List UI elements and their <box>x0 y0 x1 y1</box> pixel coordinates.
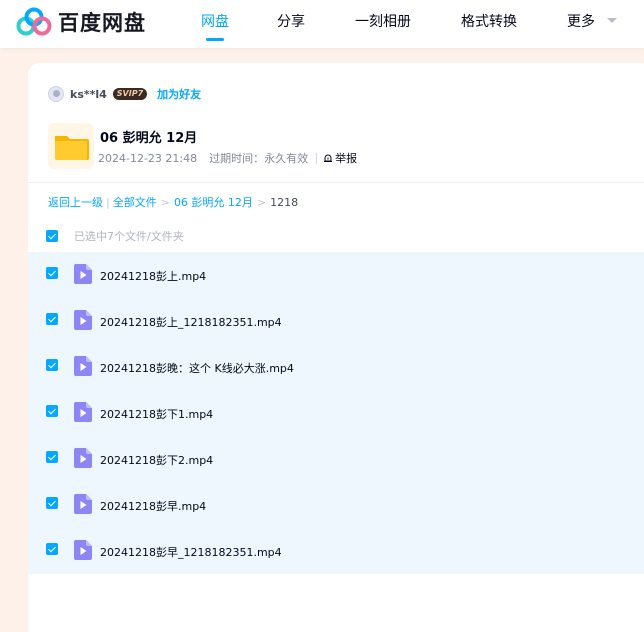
file-name[interactable]: 20241218彭晚：这个 K线必大涨.mp4 <box>100 360 294 376</box>
video-file-icon <box>74 310 92 330</box>
sharer-username[interactable]: ks**l4 <box>70 88 107 101</box>
nav-item-format-convert[interactable]: 格式转换 <box>461 11 517 31</box>
folder-icon-container <box>48 123 94 169</box>
video-file-icon <box>74 402 92 422</box>
video-file-icon <box>74 540 92 560</box>
folder-icon <box>55 136 89 160</box>
share-content-card: ks**l4 SVIP7 加为好友 06 彭明允 12月 2024-12-23 … <box>28 63 644 632</box>
video-file-icon <box>74 448 92 468</box>
baidu-netdisk-logo-icon <box>16 7 52 36</box>
nav-item-share[interactable]: 分享 <box>277 11 305 31</box>
file-name[interactable]: 20241218彭下2.mp4 <box>100 452 213 468</box>
baidu-netdisk-logo[interactable]: 百度网盘 <box>16 6 146 38</box>
file-checkbox[interactable] <box>46 451 58 463</box>
file-checkbox[interactable] <box>46 313 58 325</box>
file-row[interactable]: 20241218彭晚：这个 K线必大涨.mp4 <box>28 344 644 390</box>
file-row[interactable]: 20241218彭上_1218182351.mp4 <box>28 298 644 344</box>
file-checkbox[interactable] <box>46 267 58 279</box>
breadcrumb-back-link[interactable]: 返回上一级 <box>48 194 103 210</box>
file-name[interactable]: 20241218彭下1.mp4 <box>100 406 213 422</box>
sharer-info: ks**l4 SVIP7 加为好友 <box>48 85 201 103</box>
share-expiry: 过期时间：永久有效 <box>209 152 309 165</box>
top-navigation-bar: 百度网盘 网盘 分享 一刻相册 格式转换 更多 <box>0 0 644 48</box>
file-row[interactable]: 20241218彭早_1218182351.mp4 <box>28 528 644 574</box>
file-name[interactable]: 20241218彭上.mp4 <box>100 268 206 284</box>
file-row[interactable]: 20241218彭上.mp4 <box>28 252 644 298</box>
breadcrumb-current: 1218 <box>270 195 299 209</box>
file-row[interactable]: 20241218彭下2.mp4 <box>28 436 644 482</box>
alarm-bell-icon <box>324 154 333 162</box>
select-all-checkbox[interactable] <box>46 230 58 242</box>
file-name[interactable]: 20241218彭早_1218182351.mp4 <box>100 544 282 560</box>
section-divider <box>28 182 644 183</box>
breadcrumb-folder-link[interactable]: 06 彭明允 12月 <box>174 194 253 210</box>
breadcrumb-all-files-link[interactable]: 全部文件 <box>113 194 157 210</box>
vip-badge: SVIP7 <box>112 88 148 100</box>
video-file-icon <box>74 264 92 284</box>
share-meta: 2024-12-23 21:48 过期时间：永久有效 举报 <box>98 150 357 166</box>
file-row[interactable]: 20241218彭下1.mp4 <box>28 390 644 436</box>
report-label: 举报 <box>335 152 358 165</box>
breadcrumb-bar-separator: | <box>106 195 110 209</box>
nav-item-more[interactable]: 更多 <box>567 11 595 31</box>
breadcrumb-separator: > <box>256 195 267 209</box>
file-list: 20241218彭上.mp4 20241218彭上_1218182351.mp4 2… <box>28 252 644 574</box>
breadcrumb: 返回上一级 | 全部文件 > 06 彭明允 12月 > 1218 <box>48 194 298 210</box>
brand-name: 百度网盘 <box>58 11 146 35</box>
breadcrumb-separator: > <box>160 195 170 209</box>
file-checkbox[interactable] <box>46 497 58 509</box>
file-checkbox[interactable] <box>46 543 58 555</box>
nav-item-photo-album[interactable]: 一刻相册 <box>355 11 411 31</box>
selection-summary: 已选中7个文件/文件夹 <box>74 230 184 243</box>
video-file-icon <box>74 494 92 514</box>
file-name[interactable]: 20241218彭上_1218182351.mp4 <box>100 314 282 330</box>
file-row[interactable]: 20241218彭早.mp4 <box>28 482 644 528</box>
file-checkbox[interactable] <box>46 405 58 417</box>
chevron-down-icon[interactable] <box>607 18 617 23</box>
share-folder-title: 06 彭明允 12月 <box>100 131 198 146</box>
file-checkbox[interactable] <box>46 359 58 371</box>
video-file-icon <box>74 356 92 376</box>
add-friend-link[interactable]: 加为好友 <box>157 86 201 102</box>
select-all-row: 已选中7个文件/文件夹 <box>46 229 184 243</box>
nav-item-netdisk[interactable]: 网盘 <box>201 11 229 31</box>
file-name[interactable]: 20241218彭早.mp4 <box>100 498 206 514</box>
report-button[interactable]: 举报 <box>316 152 358 165</box>
share-date: 2024-12-23 21:48 <box>98 151 198 165</box>
nav-active-indicator <box>206 38 224 41</box>
avatar[interactable] <box>48 86 64 102</box>
